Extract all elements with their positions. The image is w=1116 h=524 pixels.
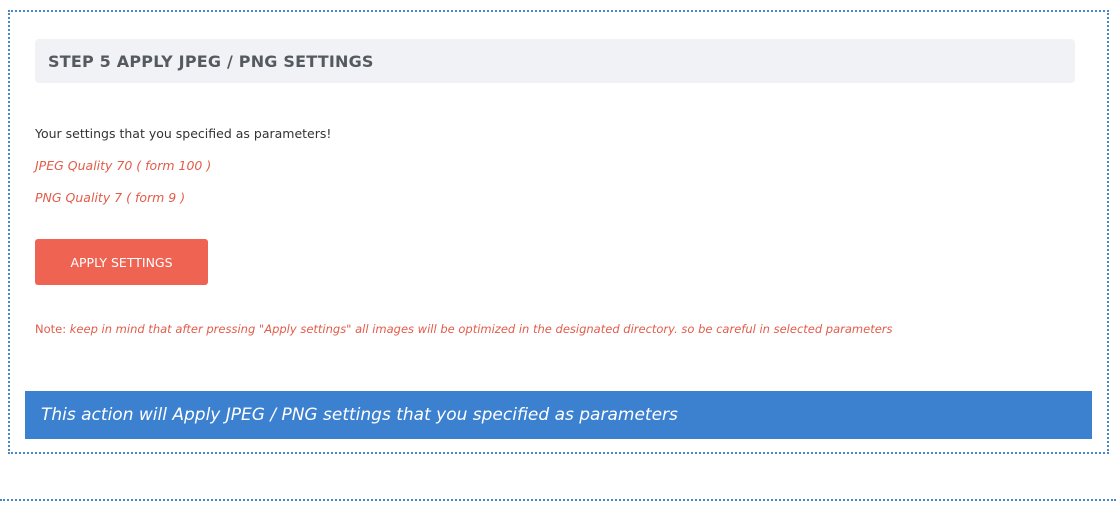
settings-panel: STEP 5 APPLY JPEG / PNG SETTINGS Your se… xyxy=(8,10,1109,454)
info-banner: This action will Apply JPEG / PNG settin… xyxy=(25,391,1092,439)
jpeg-quality-text: JPEG Quality 70 ( form 100 ) xyxy=(35,158,212,173)
png-quality-text: PNG Quality 7 ( form 9 ) xyxy=(35,190,186,205)
settings-intro-text: Your settings that you specified as para… xyxy=(35,126,332,141)
note-label: Note: xyxy=(35,322,67,336)
info-banner-text: This action will Apply JPEG / PNG settin… xyxy=(41,405,678,425)
apply-settings-button[interactable]: APPLY SETTINGS xyxy=(35,239,208,285)
bottom-divider xyxy=(0,499,1116,501)
step-title: STEP 5 APPLY JPEG / PNG SETTINGS xyxy=(48,51,374,71)
note-text: Note: keep in mind that after pressing "… xyxy=(35,322,893,336)
note-body: keep in mind that after pressing "Apply … xyxy=(69,322,893,336)
step-header: STEP 5 APPLY JPEG / PNG SETTINGS xyxy=(35,39,1075,83)
